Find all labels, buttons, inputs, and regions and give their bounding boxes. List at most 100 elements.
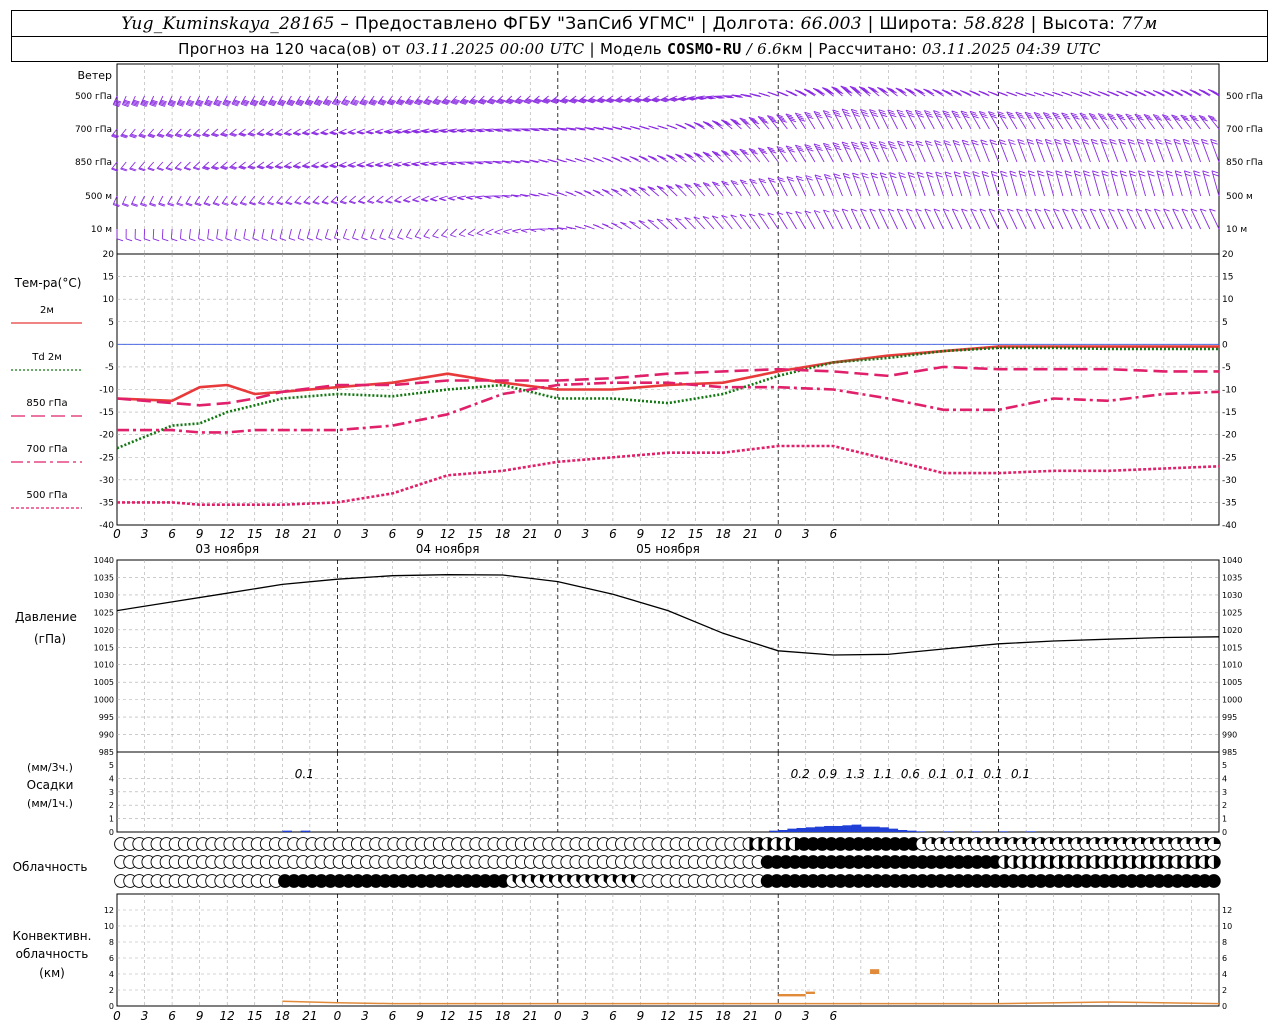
wind-barb [951, 110, 963, 130]
y-tick-label-right: -35 [1222, 498, 1237, 508]
wind-barb [350, 95, 360, 106]
wind-barb [411, 161, 421, 167]
barb-flag [225, 238, 232, 242]
wind-barb [641, 95, 653, 103]
barb-flag [1028, 93, 1036, 97]
barb-staff [261, 228, 265, 239]
wind-barb [359, 95, 369, 106]
wind-barb [556, 227, 568, 231]
precip-bar [814, 826, 825, 832]
wind-level-label: 500 м [85, 192, 112, 202]
wind-barb [240, 95, 250, 107]
wind-barb [656, 218, 669, 230]
wind-barb [1164, 138, 1174, 163]
wind-barb [456, 128, 467, 133]
wind-barb [1209, 208, 1220, 230]
barb-flag [548, 192, 555, 196]
wind-barb [1046, 170, 1055, 197]
wind-barb [915, 140, 926, 163]
barb-staff [139, 195, 145, 205]
wind-barb [861, 172, 871, 197]
wind-barb [256, 128, 265, 137]
wind-barb [331, 95, 342, 106]
wind-barb [850, 141, 862, 163]
barb-flag [370, 237, 377, 241]
wind-barb [1073, 170, 1082, 197]
wind-barb [1043, 91, 1054, 97]
y-tick-label-left: 5 [109, 761, 114, 770]
wind-barb [158, 195, 166, 207]
y-tick-label-left: 4 [109, 774, 114, 783]
wind-barb [1036, 170, 1045, 197]
wind-barb [777, 176, 788, 197]
barb-flag [343, 237, 350, 241]
barb-staff [860, 208, 871, 230]
wind-barb [129, 128, 138, 139]
wind-barb [465, 128, 476, 133]
precip-bar [888, 828, 899, 832]
barb-flag [568, 159, 575, 163]
barb-flag [1019, 93, 1026, 97]
conv-bar [805, 991, 815, 994]
wind-barb [311, 128, 320, 136]
wind-barb [805, 175, 816, 197]
wind-barb [878, 141, 889, 163]
x-tick-label-bottom: 21 [302, 1009, 317, 1023]
wind-barb [684, 152, 696, 163]
wind-barb [675, 184, 687, 197]
wind-barb [1024, 92, 1036, 97]
wind-barb [860, 141, 871, 163]
wind-barb [1006, 91, 1018, 97]
x-tick-label-bottom: 12 [440, 1009, 455, 1023]
wind-barb [432, 95, 442, 106]
y-tick-label-right: 995 [1222, 713, 1237, 722]
y-tick-label-right: 1040 [1222, 556, 1242, 565]
y-tick-label-right: -40 [1222, 521, 1237, 531]
barb-staff [915, 208, 926, 230]
barb-staff [1209, 208, 1220, 230]
x-tick-label-bottom: 15 [247, 1009, 262, 1023]
wind-barb [1090, 138, 1101, 163]
x-tick-label: 0 [334, 527, 342, 541]
y-tick-label-right: 1025 [1222, 608, 1242, 617]
barb-staff [1062, 208, 1073, 230]
wind-barb [684, 216, 696, 230]
wind-barb [283, 161, 293, 170]
wind-level-label: 700 гПа [75, 125, 112, 135]
wind-barb [566, 127, 577, 131]
wind-barb [474, 195, 485, 200]
wind-barb [668, 95, 680, 102]
precip-bar [300, 830, 311, 832]
wind-barb [379, 228, 386, 241]
wind-barb [183, 128, 192, 138]
wind-barb [538, 228, 549, 232]
barb-flag [261, 238, 269, 241]
wind-barb [486, 95, 497, 105]
wind-barb [602, 157, 614, 163]
wind-barb [439, 195, 448, 202]
wind-barb [152, 228, 160, 242]
wind-barb [577, 95, 589, 104]
barb-flag [414, 236, 422, 240]
wind-barb [557, 127, 568, 131]
wind-barb [376, 195, 384, 204]
barb-staff [1144, 208, 1156, 230]
y-tick-label-right: -25 [1222, 453, 1237, 463]
wind-barb [192, 161, 201, 171]
wind-barb [684, 122, 696, 130]
wind-barb [315, 228, 323, 241]
wind-barb [449, 228, 458, 238]
wind-barb [583, 157, 595, 163]
y-tick-label-left: 990 [99, 731, 114, 740]
cloud-circle [1207, 874, 1221, 888]
wind-barb [898, 172, 908, 197]
wind-barb [176, 95, 186, 107]
wind-barb [823, 142, 834, 163]
wind-barb [813, 110, 825, 130]
wind-barb [402, 128, 412, 134]
wind-barb [388, 228, 395, 241]
wind-barb [943, 140, 954, 163]
x-tick-label: 6 [829, 527, 837, 541]
wind-barb [926, 171, 935, 197]
wind-barb [879, 172, 889, 197]
